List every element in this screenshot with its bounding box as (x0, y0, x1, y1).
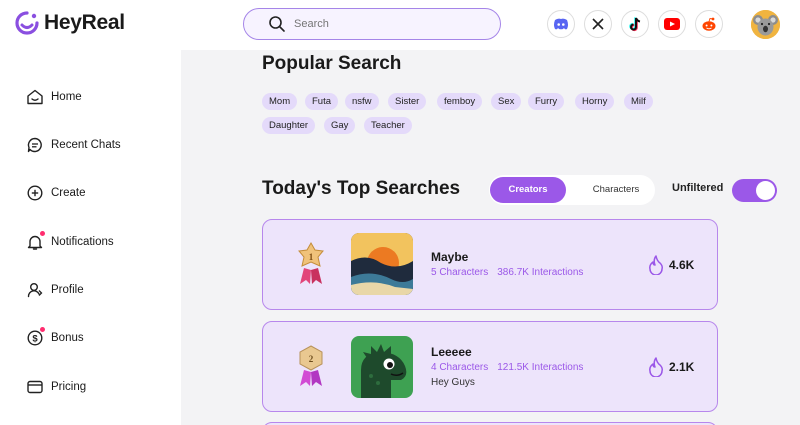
unfiltered-switch[interactable] (732, 179, 777, 202)
creator-name: Maybe (431, 250, 469, 264)
user-avatar[interactable] (751, 10, 780, 39)
x-icon (592, 18, 604, 30)
creator-thumbnail (351, 233, 413, 295)
main-content: Popular Search Mom Futa nsfw Sister femb… (181, 50, 800, 425)
youtube-icon (664, 18, 680, 30)
character-count: 4 Characters (431, 362, 489, 373)
sidebar: Home Recent Chats Create Notifications P… (0, 50, 181, 425)
creator-card[interactable]: 1 Maybe 5 Characters 386.7K Interactions … (262, 219, 718, 310)
sidebar-item-label: Recent Chats (51, 139, 121, 151)
tag-nsfw[interactable]: nsfw (345, 93, 379, 110)
tag-milf[interactable]: Milf (624, 93, 653, 110)
tag-mom[interactable]: Mom (262, 93, 298, 110)
popular-search-title: Popular Search (262, 53, 402, 74)
sunset-landscape-image (351, 233, 413, 295)
sidebar-item-label: Profile (51, 284, 84, 296)
creators-characters-toggle: Creators Characters (489, 175, 655, 205)
tag-femboy[interactable]: femboy (437, 93, 483, 110)
search-input[interactable] (294, 18, 474, 30)
sidebar-item-label: Home (51, 91, 82, 103)
sidebar-item-notifications[interactable]: Notifications (26, 230, 114, 254)
dinosaur-image (351, 336, 413, 398)
rank-number: 1 (309, 252, 314, 262)
creator-description: Hey Guys (431, 377, 475, 388)
creator-thumbnail (351, 336, 413, 398)
heyreal-logo-icon (15, 11, 39, 35)
youtube-button[interactable] (658, 10, 686, 38)
sidebar-item-bonus[interactable]: $ Bonus (26, 326, 84, 350)
search-icon (269, 16, 285, 32)
tag-furry[interactable]: Furry (528, 93, 565, 110)
popularity-count: 2.1K (669, 360, 695, 374)
sidebar-item-label: Create (51, 187, 86, 199)
brand-logo[interactable]: HeyReal (14, 10, 125, 36)
sidebar-item-label: Notifications (51, 236, 114, 248)
unfiltered-label: Unfiltered (672, 182, 724, 194)
tag-futa[interactable]: Futa (305, 93, 339, 110)
chat-icon (27, 137, 42, 153)
tiktok-button[interactable] (621, 10, 649, 38)
tag-gay[interactable]: Gay (324, 117, 356, 134)
tag-sex[interactable]: Sex (491, 93, 522, 110)
discord-icon (554, 18, 568, 29)
sidebar-item-pricing[interactable]: Pricing (26, 375, 86, 399)
search-bar[interactable] (243, 8, 501, 40)
popularity-count: 4.6K (669, 258, 695, 272)
tab-characters[interactable]: Characters (579, 177, 653, 203)
tag-teacher[interactable]: Teacher (364, 117, 412, 134)
brand-name: HeyReal (44, 11, 125, 34)
reddit-icon (702, 17, 716, 31)
rank-number: 2 (309, 354, 314, 364)
home-icon (27, 89, 43, 105)
interaction-count: 386.7K Interactions (497, 267, 584, 278)
gold-medal-icon: 1 (298, 242, 324, 284)
tab-creators[interactable]: Creators (490, 177, 566, 203)
koala-avatar-icon (751, 10, 780, 39)
interaction-count: 121.5K Interactions (497, 362, 584, 373)
fire-icon (649, 357, 663, 377)
reddit-button[interactable] (695, 10, 723, 38)
plus-circle-icon (27, 185, 43, 201)
creator-stats: 5 Characters 386.7K Interactions (431, 267, 583, 278)
card-icon (27, 380, 43, 394)
sidebar-item-profile[interactable]: Profile (26, 278, 84, 302)
creator-stats: 4 Characters 121.5K Interactions (431, 362, 583, 373)
tag-sister[interactable]: Sister (388, 93, 427, 110)
character-count: 5 Characters (431, 267, 489, 278)
user-icon (27, 283, 43, 298)
discord-button[interactable] (547, 10, 575, 38)
sidebar-item-label: Bonus (51, 332, 84, 344)
tiktok-icon (628, 16, 640, 31)
sidebar-item-home[interactable]: Home (26, 85, 82, 109)
bonus-badge (40, 327, 45, 332)
switch-knob (756, 181, 775, 200)
svg-text:$: $ (32, 334, 38, 345)
top-searches-title: Today's Top Searches (262, 178, 461, 199)
fire-icon (649, 255, 663, 275)
tag-horny[interactable]: Horny (575, 93, 615, 110)
x-button[interactable] (584, 10, 612, 38)
creator-name: Leeeee (431, 345, 472, 359)
top-header: HeyReal (0, 0, 800, 50)
notification-badge (40, 231, 45, 236)
silver-medal-icon: 2 (299, 345, 323, 386)
sidebar-item-create[interactable]: Create (26, 181, 86, 205)
tag-daughter[interactable]: Daughter (262, 117, 316, 134)
sidebar-item-label: Pricing (51, 381, 87, 393)
creator-card[interactable]: 2 Leeeee 4 Characters 121.5K Interactions… (262, 321, 718, 412)
sidebar-item-recent-chats[interactable]: Recent Chats (26, 133, 121, 157)
